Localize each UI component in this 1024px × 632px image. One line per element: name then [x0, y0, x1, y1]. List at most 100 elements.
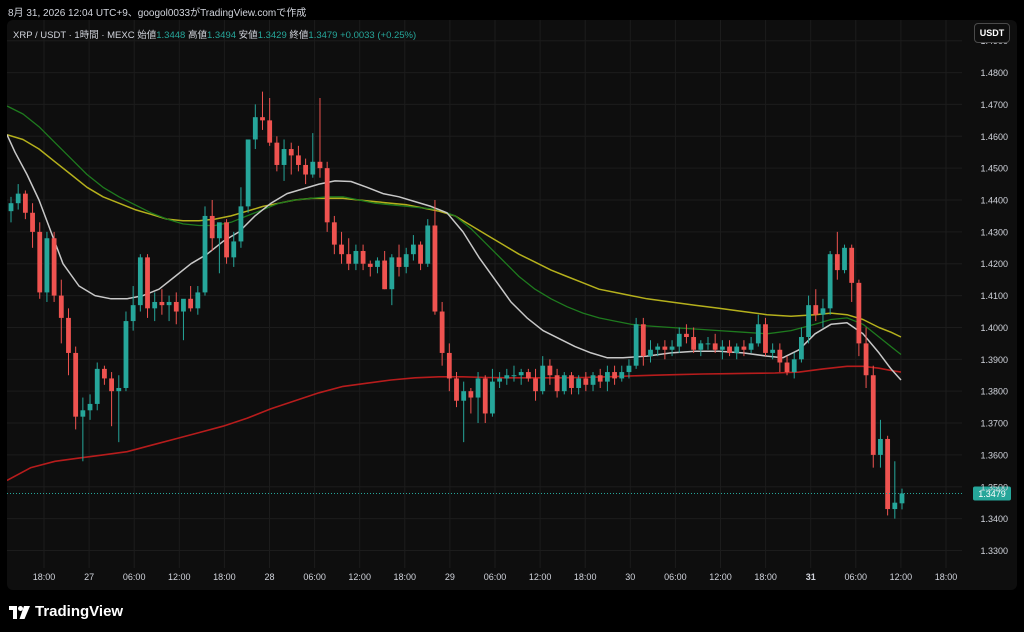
time-tick-label: 30: [625, 572, 635, 582]
candle: [30, 203, 35, 248]
candle: [80, 397, 86, 462]
candle-body: [748, 343, 754, 350]
candle: [375, 257, 380, 274]
time-axis: 18:00 27 06:00 12:00 18:00 28 06:00 12:00 18:00 2…: [33, 572, 958, 582]
candle-body: [418, 244, 423, 264]
candle-body: [698, 343, 704, 350]
candlestick-chart[interactable]: 1.3479 1.49001.48001.47001.46001.45001.4…: [7, 20, 1017, 590]
candle-body: [375, 260, 380, 267]
candle-body: [231, 241, 237, 258]
candle-body: [490, 381, 495, 414]
time-tick-label: 12:00: [529, 572, 552, 582]
candle: [712, 333, 718, 353]
candle: [604, 365, 610, 392]
candle: [518, 368, 524, 385]
chart-panel[interactable]: 1.3479 1.49001.48001.47001.46001.45001.4…: [7, 20, 1017, 590]
candle: [66, 308, 71, 376]
candle: [94, 362, 100, 411]
candle: [296, 145, 301, 172]
candle-body: [216, 222, 222, 239]
candle: [533, 368, 538, 401]
time-tick-label: 18:00: [33, 572, 56, 582]
price-tick-label: 1.3800: [980, 387, 1008, 397]
candle: [676, 327, 682, 353]
candle-body: [274, 142, 280, 165]
candle-body: [109, 378, 114, 392]
candle-body: [252, 117, 258, 140]
candle-body: [260, 117, 265, 121]
candle: [468, 387, 474, 414]
candle-body: [511, 375, 517, 377]
candle: [44, 231, 50, 302]
candle-body: [892, 502, 898, 510]
candle: [288, 142, 294, 175]
candle-body: [310, 161, 316, 175]
close-value: 1.3479: [308, 30, 338, 41]
candle: [561, 372, 567, 395]
candle-body: [533, 378, 538, 392]
candle-body: [461, 391, 467, 401]
candle-body: [806, 305, 811, 338]
candle: [252, 104, 258, 150]
price-tick-label: 1.3400: [980, 514, 1008, 524]
candle-body: [396, 257, 402, 267]
ohlc-legend: XRP / USDT · 1時間 · MEXC 始値1.3448 高値1.349…: [13, 27, 416, 41]
low-value: 1.3429: [257, 30, 287, 41]
candle: [504, 368, 510, 385]
candle-body: [655, 346, 661, 350]
candle: [152, 292, 158, 322]
time-tick-label: 27: [84, 572, 94, 582]
time-tick-label: 06:00: [664, 572, 687, 582]
candle: [597, 368, 603, 388]
currency-button[interactable]: USDT: [974, 23, 1010, 43]
time-tick-label: 28: [264, 572, 274, 582]
candle-body: [870, 375, 876, 455]
candle-body: [583, 378, 589, 385]
candle-body: [540, 365, 546, 392]
candle: [303, 158, 309, 185]
price-tick-label: 1.4800: [980, 68, 1008, 78]
candle: [145, 254, 150, 318]
candle: [109, 372, 114, 427]
candle-body: [87, 403, 93, 411]
candle: [777, 343, 783, 373]
candle: [238, 187, 244, 248]
candle-body: [288, 149, 294, 156]
candle-body: [439, 311, 445, 353]
candle-body: [94, 368, 100, 404]
candle-body: [317, 161, 323, 169]
symbol-label[interactable]: XRP / USDT · 1時間 · MEXC: [13, 30, 135, 41]
top-caption-bar: 8月 31, 2026 12:04 UTC+9、googol0033がTradi…: [0, 0, 1024, 20]
candle-body: [525, 372, 531, 379]
candle-body: [719, 346, 725, 350]
candle: [763, 317, 768, 357]
candle: [482, 375, 488, 424]
candle-body: [784, 362, 790, 373]
candle-body: [878, 438, 883, 455]
candle-body: [66, 317, 71, 353]
candle-body: [296, 155, 301, 165]
candle: [813, 289, 819, 322]
candle-body: [626, 365, 632, 373]
candle: [849, 244, 855, 302]
candle: [619, 365, 625, 382]
candle-body: [569, 375, 574, 388]
candle-body: [181, 298, 186, 312]
candle: [834, 231, 840, 280]
candle-body: [410, 244, 416, 255]
candle-body: [145, 257, 150, 309]
candle-body: [353, 250, 359, 264]
candle: [73, 346, 79, 430]
candle-body: [224, 222, 229, 258]
time-tick-label: 18:00: [935, 572, 958, 582]
time-tick-label: 06:00: [123, 572, 146, 582]
candle-body: [152, 301, 158, 309]
candle-body: [640, 324, 646, 357]
last-price-line: 1.3479: [7, 486, 1011, 501]
candle: [260, 91, 265, 130]
candle: [899, 488, 905, 510]
candle-body: [777, 349, 783, 363]
candle-body: [712, 343, 718, 350]
price-tick-label: 1.4700: [980, 100, 1008, 110]
candle-body: [633, 324, 639, 366]
